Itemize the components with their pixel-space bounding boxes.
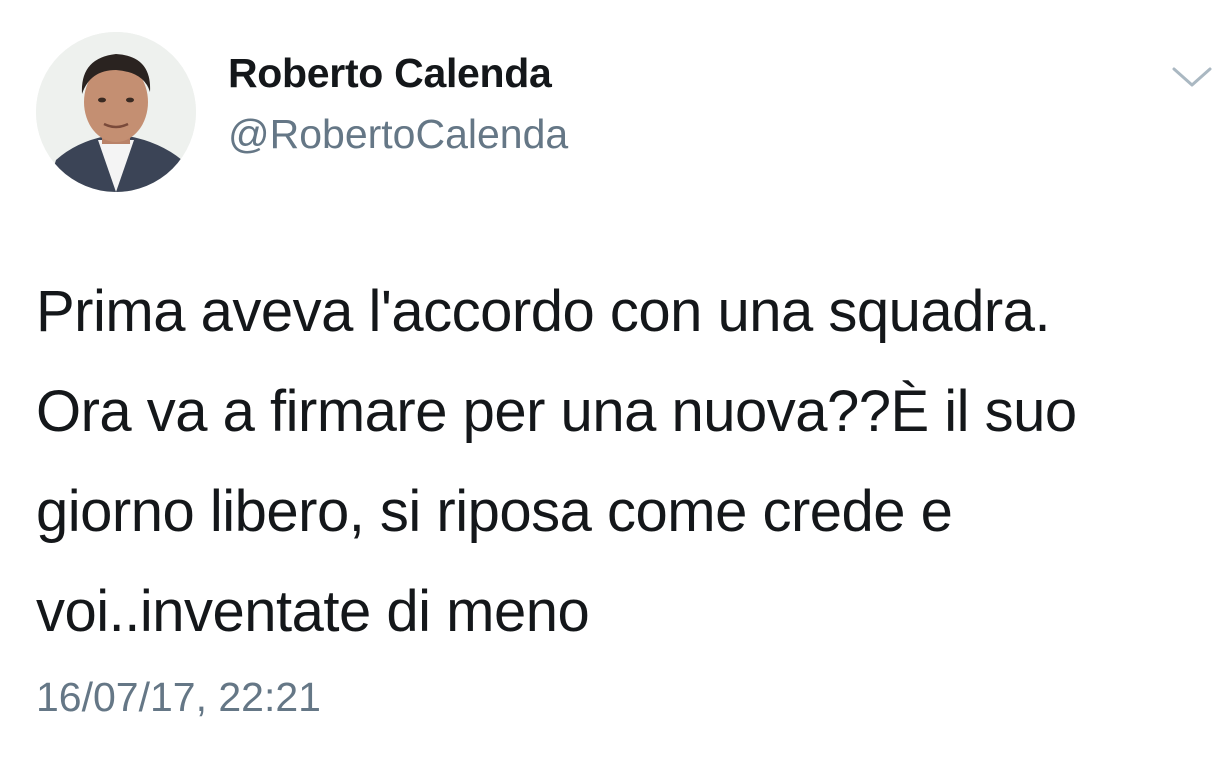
chevron-down-icon[interactable] — [1170, 64, 1214, 90]
avatar[interactable] — [36, 32, 196, 192]
profile-photo — [36, 32, 196, 192]
author-display-name[interactable]: Roberto Calenda — [228, 50, 552, 97]
tweet-text: Prima aveva l'accordo con una squadra. O… — [36, 279, 1077, 644]
tweet-card: Roberto Calenda @RobertoCalenda Prima av… — [0, 0, 1228, 764]
tweet-timestamp[interactable]: 16/07/17, 22:21 — [36, 674, 321, 721]
author-handle[interactable]: @RobertoCalenda — [228, 111, 568, 158]
